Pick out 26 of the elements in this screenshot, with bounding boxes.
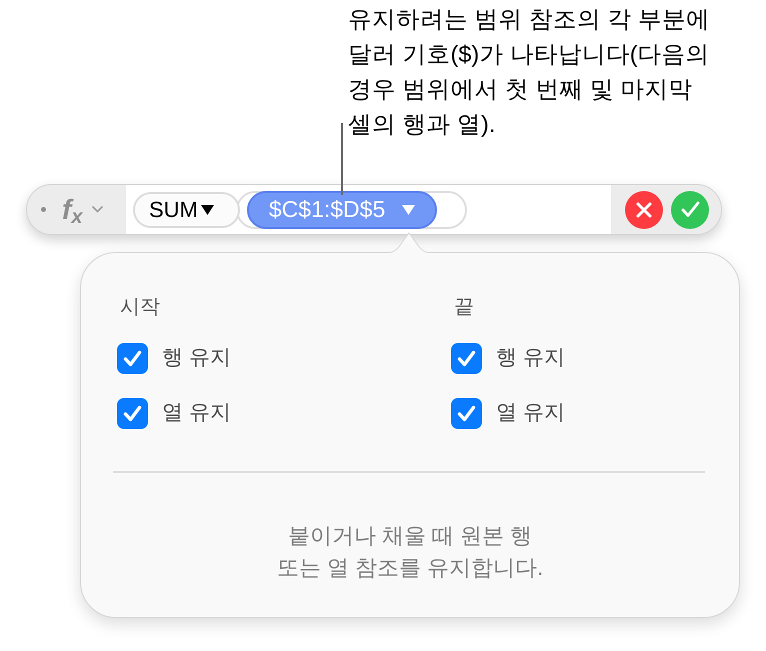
function-token[interactable]: SUM xyxy=(133,192,240,228)
cancel-button[interactable] xyxy=(625,190,663,228)
checkbox[interactable] xyxy=(451,342,482,374)
help-text: 붙이거나 채울 때 원본 행 또는 열 참조를 유지합니다. xyxy=(276,522,544,582)
checkmark-icon xyxy=(457,404,476,422)
checkbox[interactable] xyxy=(117,342,148,374)
checkmark-icon xyxy=(123,404,142,422)
checkmark-icon xyxy=(123,350,142,366)
caret-icon xyxy=(402,204,416,214)
close-icon xyxy=(636,202,652,218)
caret-icon xyxy=(200,204,214,214)
checkbox-label[interactable]: 행 유지 xyxy=(162,342,231,374)
checkmark-icon xyxy=(680,201,700,218)
chevron-down-icon xyxy=(92,206,104,213)
group-heading: 끝 xyxy=(454,295,474,320)
leader-line xyxy=(341,123,343,195)
checkbox-label[interactable]: 열 유지 xyxy=(162,397,231,429)
checkbox[interactable] xyxy=(451,398,482,428)
formula-input[interactable]: SUM $C$1:$D$5 xyxy=(126,185,611,234)
checkbox-label[interactable]: 행 유지 xyxy=(496,342,565,374)
accept-button[interactable] xyxy=(671,190,709,228)
checkmark-icon xyxy=(457,350,476,366)
checkbox-label[interactable]: 열 유지 xyxy=(496,397,565,429)
group-heading: 시작 xyxy=(120,295,160,320)
checkbox[interactable] xyxy=(117,398,148,428)
callout-text: 유지하려는 범위 참조의 각 부분에 달러 기호($)가 나타납니다(다음의 경우 범위에서 첫 번째 및 마지막 셀의 행과 열). xyxy=(348,5,710,139)
